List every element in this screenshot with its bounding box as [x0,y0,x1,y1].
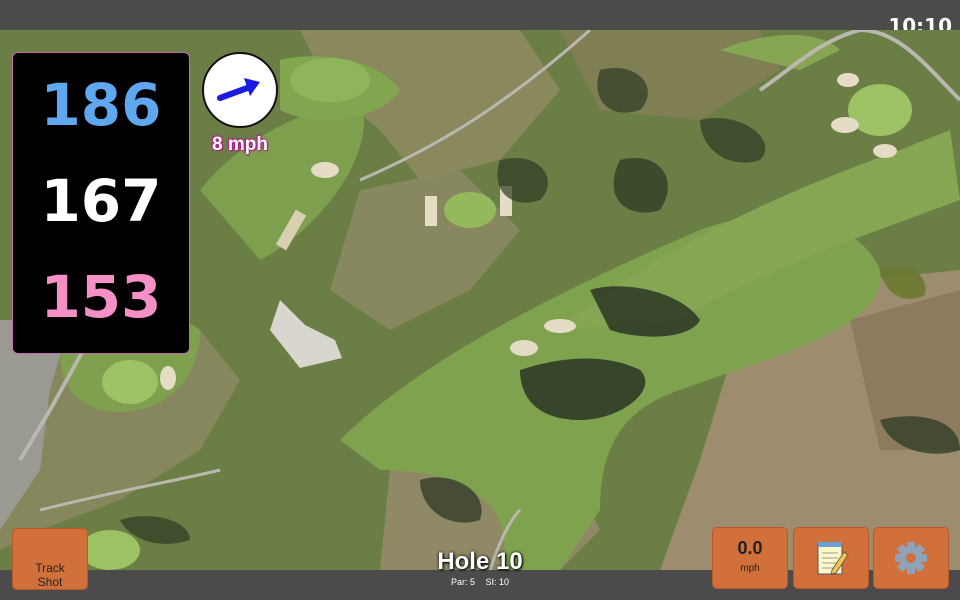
speed-button[interactable]: 0.0 mph [712,527,788,589]
distance-front: 186 [40,71,162,139]
distance-back: 153 [40,263,162,331]
gear-icon [895,542,927,574]
speed-value: 0.0 [737,538,763,558]
track-shot-label: Track Shot [13,529,87,589]
speed-unit: mph [740,563,760,574]
distance-middle: 167 [40,167,162,235]
notepad-icon [817,542,849,575]
satellite-map[interactable]: 186 167 153 8 mph [0,30,960,570]
settings-button[interactable] [873,527,949,589]
hole-title: Hole 10 [437,548,523,575]
track-shot-label-line1: Track [35,561,65,575]
track-shot-button[interactable]: Track Shot [12,528,88,590]
hole-info: Par: 5 SI: 10 [380,577,580,587]
notes-button[interactable] [793,527,869,589]
hole-par: Par: 5 [450,577,475,587]
wind-indicator [202,52,278,128]
distance-panel: 186 167 153 [12,52,190,354]
top-status-bar: 10:10 [0,0,960,38]
wind-arrow-icon [217,78,260,101]
wind-speed: 8 mph [212,134,268,155]
hole-stroke-index: SI: 10 [485,577,510,587]
track-shot-label-line2: Shot [37,575,63,589]
